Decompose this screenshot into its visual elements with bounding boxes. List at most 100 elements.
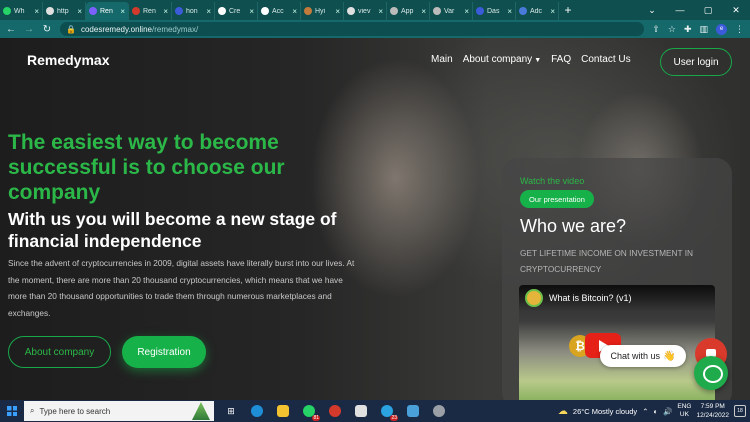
app-icon-2[interactable] [402, 401, 424, 421]
browser-tab[interactable]: Ren × [86, 2, 129, 20]
browser-tab[interactable]: Adc × [516, 2, 559, 20]
site-nav: Main About company ▼ FAQ Contact Us [431, 54, 631, 65]
file-explorer-icon[interactable] [272, 401, 294, 421]
tab-close-icon[interactable]: × [120, 7, 125, 16]
star-icon[interactable]: ☆ [668, 24, 676, 35]
tray-chevron-icon[interactable]: ⌃ [642, 407, 648, 416]
chrome-icon[interactable] [324, 401, 346, 421]
minimize-icon[interactable]: — [666, 0, 694, 20]
window-controls: ⌄ — ▢ ✕ [638, 0, 750, 20]
network-icon[interactable]: ◐ [653, 407, 658, 416]
chat-icon[interactable] [694, 356, 728, 390]
browser-tab[interactable]: Ren × [129, 2, 172, 20]
tab-close-icon[interactable]: × [378, 7, 383, 16]
profile-avatar[interactable]: e [716, 23, 727, 35]
registration-button[interactable]: Registration [122, 336, 206, 368]
nav-item-faq[interactable]: FAQ [551, 54, 571, 65]
card-title: Who we are? [520, 216, 627, 236]
clock[interactable]: 7:59 PM 12/24/2022 [696, 402, 729, 420]
telegram-icon[interactable]: 23 [376, 401, 398, 421]
browser-tab[interactable]: http × [43, 2, 86, 20]
nav-item-main[interactable]: Main [431, 54, 453, 65]
tab-favicon-icon [89, 7, 97, 15]
whatsapp-badge: 81 [312, 415, 320, 421]
hero-headline: The easiest way to become successful is … [8, 131, 285, 204]
system-tray: ☁ 26°C Mostly cloudy ⌃ ◐ 🔊 ENG UK 7:59 PM… [558, 402, 750, 420]
volume-icon[interactable]: 🔊 [663, 407, 672, 416]
weather-icon[interactable]: ☁ [558, 406, 568, 417]
holiday-tree-icon [192, 402, 210, 420]
wave-hand-icon: 👋 [663, 350, 676, 362]
caret-down-icon: ▼ [534, 57, 542, 64]
sidebar-icon[interactable]: ▥ [699, 24, 708, 35]
chat-with-us-bubble[interactable]: Chat with us 👋 [600, 345, 686, 367]
forward-icon[interactable]: → [24, 24, 34, 35]
channel-avatar[interactable] [525, 289, 543, 307]
hero-paragraph: Since the advent of cryptocurrencies in … [8, 258, 355, 318]
about-company-button[interactable]: About company [8, 336, 111, 368]
tab-label: http [57, 7, 69, 15]
tab-close-icon[interactable]: × [550, 7, 555, 16]
tab-close-icon[interactable]: × [335, 7, 340, 16]
tab-label: viev [358, 7, 371, 15]
tab-close-icon[interactable]: × [249, 7, 254, 16]
hero-subheadline: With us you will become a new stage of f… [8, 209, 337, 251]
browser-tab[interactable]: Cre × [215, 2, 258, 20]
card-subtitle: GET LIFETIME INCOME ON INVESTMENT IN CRY… [520, 248, 694, 274]
taskbar-search-box[interactable]: ⌕ Type here to search [24, 401, 214, 421]
task-view-icon[interactable]: ⊞ [220, 401, 242, 421]
notification-icon[interactable]: 18 [734, 405, 746, 417]
video-title[interactable]: What is Bitcoin? (v1) [549, 293, 632, 303]
search-icon: ⌕ [30, 406, 35, 415]
tab-close-icon[interactable]: × [77, 7, 82, 16]
nav-item-contact[interactable]: Contact Us [581, 54, 630, 65]
start-button[interactable] [0, 400, 24, 422]
our-presentation-button[interactable]: Our presentation [520, 190, 594, 208]
windows-taskbar: ⌕ Type here to search ⊞ 81 23 ☁ 26°C Mos… [0, 400, 750, 422]
browser-tab[interactable]: App × [387, 2, 430, 20]
nav-item-about[interactable]: About company ▼ [463, 54, 541, 65]
tab-label: Hyi [315, 7, 326, 15]
browser-tab-strip: Wh × http × Ren × Ren × hon × Cre × Acc × Hyi × viev × App… [0, 0, 750, 20]
extensions-icon[interactable]: ✚ [684, 24, 692, 35]
browser-tab[interactable]: viev × [344, 2, 387, 20]
browser-tab[interactable]: Wh × [0, 2, 43, 20]
video-player[interactable]: What is Bitcoin? (v1) ₿ [519, 285, 715, 400]
maximize-icon[interactable]: ▢ [694, 0, 722, 20]
tab-label: Adc [530, 7, 543, 15]
browser-tab[interactable]: Das × [473, 2, 516, 20]
reload-icon[interactable]: ↻ [42, 24, 52, 35]
share-icon[interactable]: ⇪ [652, 24, 660, 35]
browser-tab[interactable]: hon × [172, 2, 215, 20]
tab-favicon-icon [46, 7, 54, 15]
tab-close-icon[interactable]: × [163, 7, 168, 16]
chat-label: Chat with us [610, 351, 661, 361]
whatsapp-icon[interactable]: 81 [298, 401, 320, 421]
web-page: Remedymax Main About company ▼ FAQ Contac… [0, 38, 750, 400]
app-icon[interactable] [350, 401, 372, 421]
browser-tab[interactable]: Var × [430, 2, 473, 20]
tab-close-icon[interactable]: × [34, 7, 39, 16]
chevron-down-icon[interactable]: ⌄ [638, 0, 666, 20]
menu-dots-icon[interactable]: ⋮ [735, 24, 744, 35]
tab-close-icon[interactable]: × [206, 7, 211, 16]
new-tab-button[interactable]: + [559, 3, 577, 17]
search-placeholder: Type here to search [39, 406, 111, 416]
tab-close-icon[interactable]: × [507, 7, 512, 16]
back-icon[interactable]: ← [6, 24, 16, 35]
site-brand[interactable]: Remedymax [27, 52, 110, 68]
close-window-icon[interactable]: ✕ [722, 0, 750, 20]
browser-tab[interactable]: Acc × [258, 2, 301, 20]
user-login-button[interactable]: User login [660, 48, 732, 76]
weather-text[interactable]: 26°C Mostly cloudy [573, 407, 637, 416]
tab-close-icon[interactable]: × [464, 7, 469, 16]
tab-close-icon[interactable]: × [292, 7, 297, 16]
browser-tab[interactable]: Hyi × [301, 2, 344, 20]
app-icon-3[interactable] [428, 401, 450, 421]
edge-icon[interactable] [246, 401, 268, 421]
url-field[interactable]: 🔒 codesremedy.online/remedymax/ [60, 22, 645, 36]
tab-favicon-icon [261, 7, 269, 15]
tab-close-icon[interactable]: × [421, 7, 426, 16]
language-indicator[interactable]: ENG UK [677, 403, 691, 419]
tab-label: App [401, 7, 414, 15]
